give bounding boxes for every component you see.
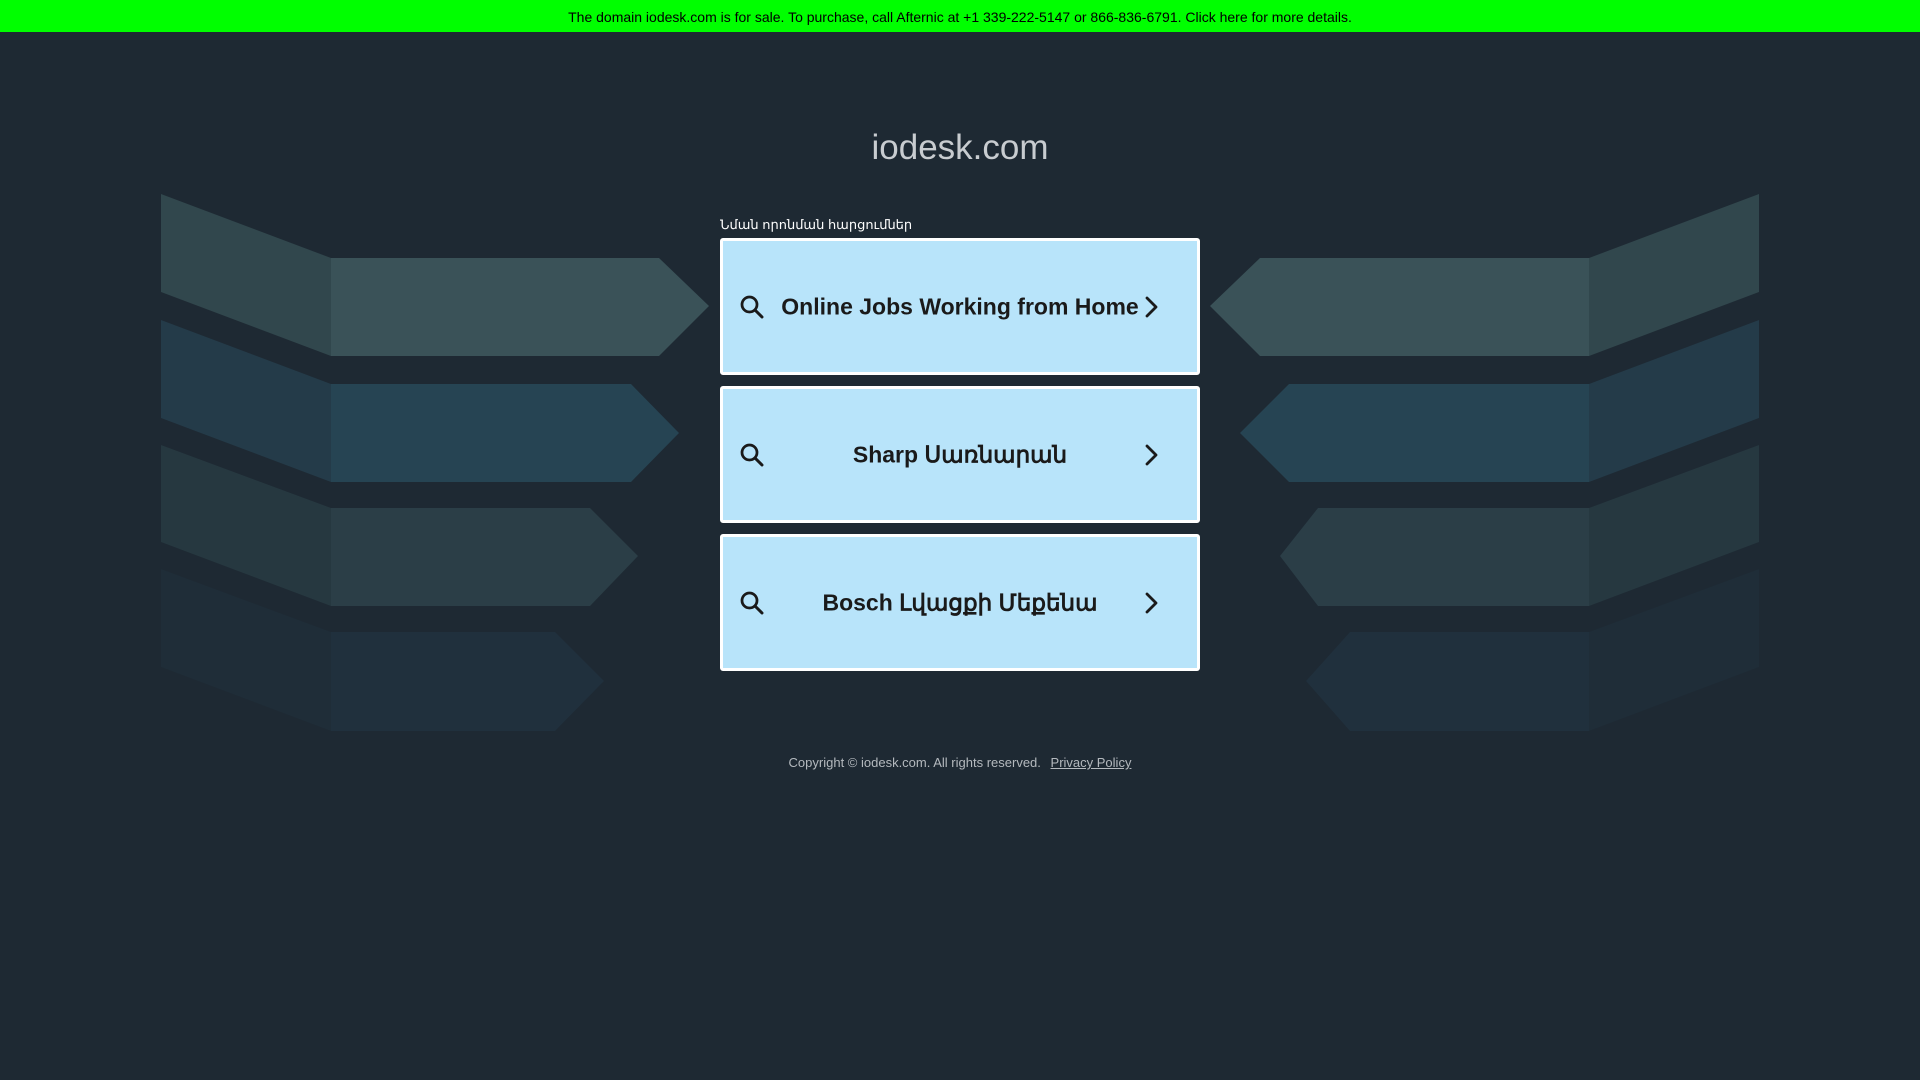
related-searches-label: Նման որոնման հարցումներ: [720, 217, 913, 232]
deco-shape: [161, 194, 331, 356]
deco-shape: [161, 569, 331, 731]
related-search-link[interactable]: Sharp Սառնարան: [720, 386, 1200, 523]
deco-shape: [331, 508, 638, 606]
deco-shape: [1589, 445, 1759, 606]
related-search-label: Online Jobs Working from Home: [781, 293, 1139, 319]
site-title: iodesk.com: [871, 128, 1049, 167]
search-icon: [740, 591, 764, 614]
chevron-right-icon: [1145, 592, 1158, 613]
deco-shape: [161, 320, 331, 482]
right-arrows: [1210, 194, 1759, 731]
search-icon: [740, 295, 764, 318]
deco-shape: [331, 384, 679, 482]
related-search-link[interactable]: Bosch Լվացքի Մեքենա: [720, 534, 1200, 671]
deco-shape: [1210, 258, 1589, 356]
deco-shape: [1306, 632, 1589, 731]
deco-shape: [1589, 569, 1759, 731]
search-icon: [740, 443, 764, 466]
deco-shape: [1280, 508, 1589, 606]
related-search-label: Sharp Սառնարան: [852, 441, 1068, 467]
deco-shape: [1589, 320, 1759, 482]
chevron-right-icon: [1145, 444, 1158, 465]
chevron-right-icon: [1145, 296, 1158, 317]
deco-shape: [161, 445, 331, 606]
deco-shape: [1240, 384, 1589, 482]
deco-shape: [331, 258, 709, 356]
deco-shape: [1589, 194, 1759, 356]
related-search-label: Bosch Լվացքի Մեքենա: [822, 589, 1098, 615]
domain-sale-banner[interactable]: The domain iodesk.com is for sale. To pu…: [0, 0, 1920, 32]
footer: Copyright © iodesk.com. All rights reser…: [0, 755, 1920, 770]
privacy-policy-link[interactable]: Privacy Policy: [1051, 755, 1132, 770]
copyright-text: Copyright © iodesk.com. All rights reser…: [788, 755, 1041, 770]
related-search-link[interactable]: Online Jobs Working from Home: [720, 238, 1200, 375]
left-arrows: [161, 194, 709, 731]
deco-shape: [331, 632, 604, 731]
